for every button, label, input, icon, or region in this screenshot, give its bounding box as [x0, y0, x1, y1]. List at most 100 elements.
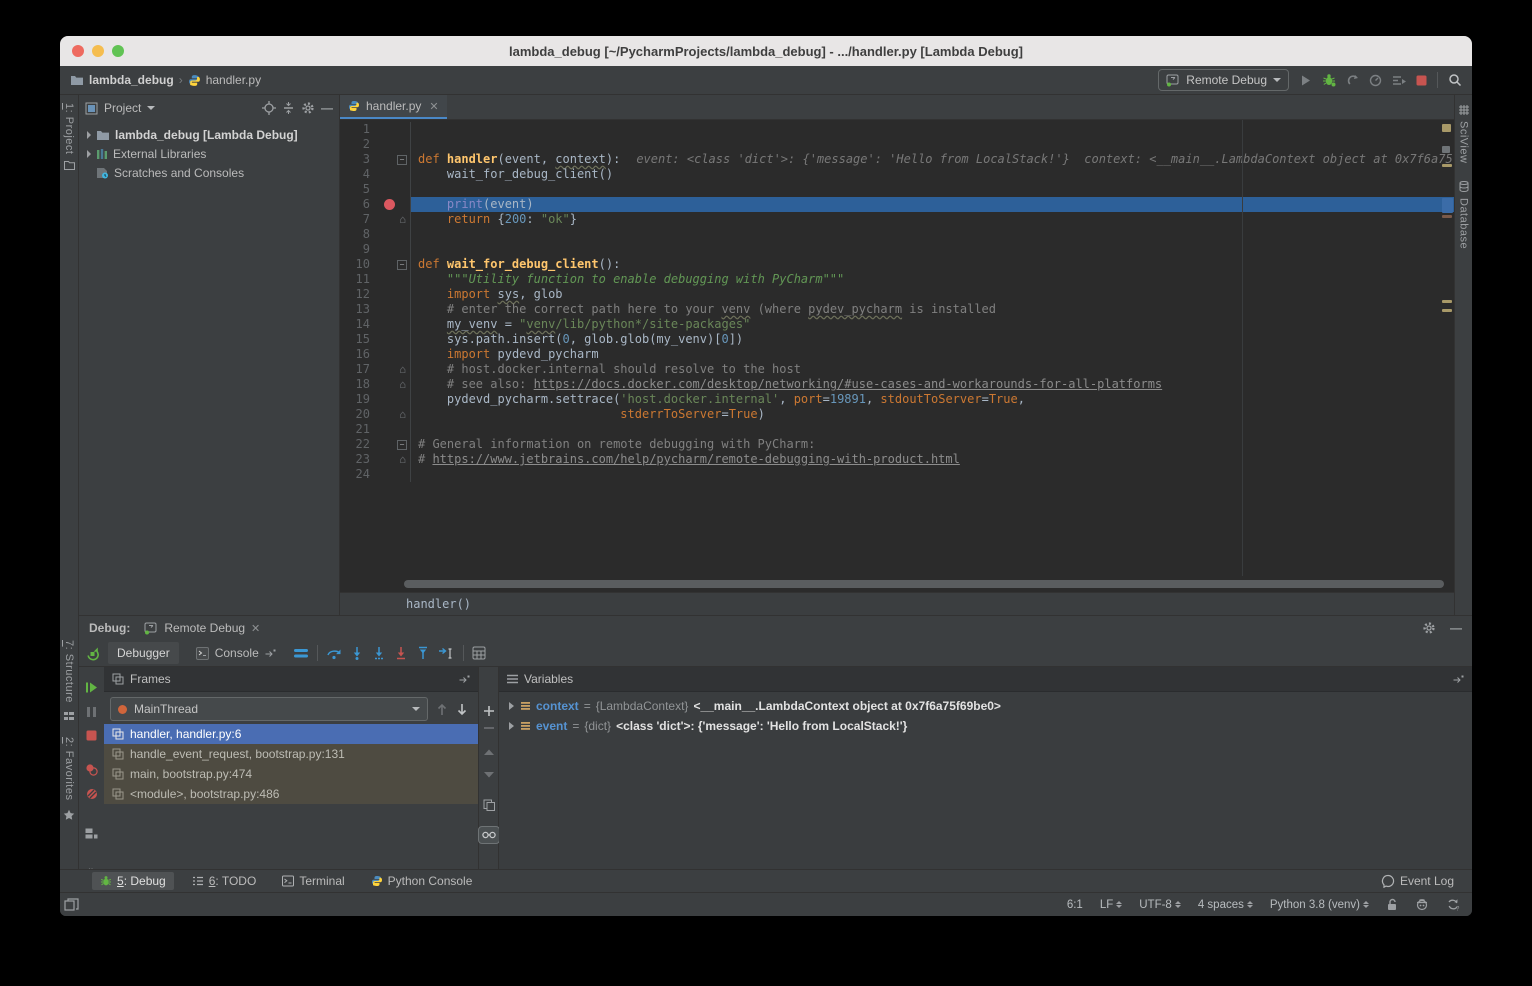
interpreter-select[interactable]: Python 3.8 (venv) [1270, 899, 1369, 911]
tool-stripe-database[interactable]: Database [1458, 198, 1470, 249]
code-line-7[interactable]: 7⌂ return {200: "ok"} [340, 212, 1454, 227]
line-number[interactable]: 21 [340, 422, 377, 437]
show-execution-point-icon[interactable] [293, 647, 309, 659]
line-number[interactable]: 22 [340, 437, 377, 452]
step-into-icon[interactable] [350, 646, 364, 660]
step-over-icon[interactable] [326, 646, 342, 660]
code-line-20[interactable]: 20⌂ stderrToServer=True) [340, 407, 1454, 422]
code-line-18[interactable]: 18⌂ # see also: https://docs.docker.com/… [340, 377, 1454, 392]
gutter[interactable] [377, 422, 411, 437]
concurrency-icon[interactable] [1392, 74, 1406, 87]
line-number[interactable]: 19 [340, 392, 377, 407]
stop-icon[interactable] [86, 730, 97, 741]
tool-stripe-favorites[interactable]: 2: Favorites [63, 737, 75, 800]
gutter[interactable]: ⌂ [377, 452, 411, 467]
line-number[interactable]: 4 [340, 167, 377, 182]
tool-window-button-terminal[interactable]: Terminal [274, 872, 352, 890]
project-tree-item[interactable]: Scratches and Consoles [79, 163, 339, 182]
breakpoint-icon[interactable] [384, 199, 395, 210]
tab-debugger[interactable]: Debugger [108, 642, 179, 664]
line-number[interactable]: 9 [340, 242, 377, 257]
code-line-8[interactable]: 8 [340, 227, 1454, 242]
fold-open-icon[interactable]: − [397, 155, 407, 165]
add-watch-icon[interactable] [483, 705, 495, 717]
evaluate-expression-icon[interactable] [472, 646, 486, 660]
gutter[interactable] [377, 392, 411, 407]
gutter[interactable] [377, 317, 411, 332]
line-number[interactable]: 3 [340, 152, 377, 167]
gutter[interactable] [377, 347, 411, 362]
previous-frame-icon[interactable] [436, 703, 448, 716]
project-tree-item[interactable]: lambda_debug [Lambda Debug] [79, 125, 339, 144]
gutter[interactable] [377, 332, 411, 347]
breadcrumb-project[interactable]: lambda_debug [89, 73, 174, 87]
locate-icon[interactable] [262, 101, 276, 115]
line-number[interactable]: 23 [340, 452, 377, 467]
line-number[interactable]: 15 [340, 332, 377, 347]
horizontal-scrollbar[interactable] [340, 576, 1454, 592]
step-out-icon[interactable] [416, 646, 430, 660]
editor-error-stripe[interactable] [1440, 120, 1454, 576]
frame-item[interactable]: handle_event_request, bootstrap.py:131 [104, 744, 478, 764]
mute-breakpoints-icon[interactable] [86, 788, 98, 800]
highlighting-level-icon[interactable] [1415, 898, 1429, 911]
tool-window-button-debug[interactable]: 5: Debug [92, 872, 174, 890]
line-number[interactable]: 12 [340, 287, 377, 302]
profiler-icon[interactable] [1369, 74, 1382, 87]
gutter[interactable] [377, 182, 411, 197]
caret-position[interactable]: 6:1 [1067, 899, 1083, 911]
line-number[interactable]: 2 [340, 137, 377, 152]
editor-tab-handler[interactable]: handler.py ✕ [340, 95, 447, 119]
tool-stripe-sciview[interactable]: SciView [1458, 121, 1470, 163]
chevron-down-icon[interactable] [147, 106, 155, 110]
line-number[interactable]: 20 [340, 407, 377, 422]
expand-arrow-icon[interactable] [87, 131, 91, 139]
code-line-13[interactable]: 13 # enter the correct path here to your… [340, 302, 1454, 317]
thread-select[interactable]: MainThread [110, 697, 428, 721]
run-icon[interactable] [1299, 74, 1312, 87]
code-line-5[interactable]: 5 [340, 182, 1454, 197]
expand-arrow-icon[interactable] [87, 150, 91, 158]
tool-stripe-structure[interactable]: 7: Structure [63, 640, 75, 703]
variable-row[interactable]: context = {LambdaContext}<__main__.Lambd… [499, 696, 1472, 716]
gear-icon[interactable] [1422, 621, 1436, 635]
code-line-6[interactable]: 6 print(event) [340, 197, 1454, 212]
line-number[interactable]: 18 [340, 377, 377, 392]
tab-console[interactable]: Console [187, 642, 285, 664]
move-down-icon[interactable] [484, 772, 494, 778]
code-line-17[interactable]: 17⌂ # host.docker.internal should resolv… [340, 362, 1454, 377]
gutter[interactable] [377, 137, 411, 152]
close-session-icon[interactable]: ✕ [251, 622, 260, 635]
stop-icon[interactable] [1416, 75, 1427, 86]
pause-icon[interactable] [86, 706, 97, 718]
debug-icon[interactable] [1322, 73, 1336, 87]
fold-end-icon[interactable]: ⌂ [399, 452, 406, 467]
fold-end-icon[interactable]: ⌂ [399, 362, 406, 377]
gutter[interactable] [377, 287, 411, 302]
frame-item[interactable]: main, bootstrap.py:474 [104, 764, 478, 784]
rerun-icon[interactable] [85, 646, 100, 661]
code-line-14[interactable]: 14 my_venv = "venv/lib/python*/site-pack… [340, 317, 1454, 332]
code-editor[interactable]: 123−def handler(event, context):event: <… [340, 120, 1454, 576]
gutter[interactable]: − [377, 257, 411, 272]
code-line-16[interactable]: 16 import pydevd_pycharm [340, 347, 1454, 362]
gutter[interactable]: ⌂ [377, 212, 411, 227]
code-line-11[interactable]: 11 """Utility function to enable debuggi… [340, 272, 1454, 287]
fold-open-icon[interactable]: − [397, 260, 407, 270]
event-log-button[interactable]: Event Log [1373, 872, 1462, 890]
remove-watch-icon[interactable] [483, 726, 495, 730]
code-line-4[interactable]: 4 wait_for_debug_client() [340, 167, 1454, 182]
code-line-10[interactable]: 10−def wait_for_debug_client(): [340, 257, 1454, 272]
gutter[interactable] [377, 302, 411, 317]
next-frame-icon[interactable] [456, 703, 468, 716]
code-line-12[interactable]: 12 import sys, glob [340, 287, 1454, 302]
code-line-3[interactable]: 3−def handler(event, context):event: <cl… [340, 152, 1454, 167]
debug-session-tab[interactable]: Remote Debug ✕ [144, 621, 260, 635]
code-line-1[interactable]: 1 [340, 122, 1454, 137]
pin-tab-icon[interactable] [459, 675, 470, 684]
run-configuration-select[interactable]: Remote Debug [1158, 69, 1289, 91]
step-out-of-block-icon[interactable] [394, 646, 408, 660]
line-number[interactable]: 16 [340, 347, 377, 362]
move-up-icon[interactable] [484, 749, 494, 755]
variable-row[interactable]: event = {dict}<class 'dict'>: {'message'… [499, 716, 1472, 736]
